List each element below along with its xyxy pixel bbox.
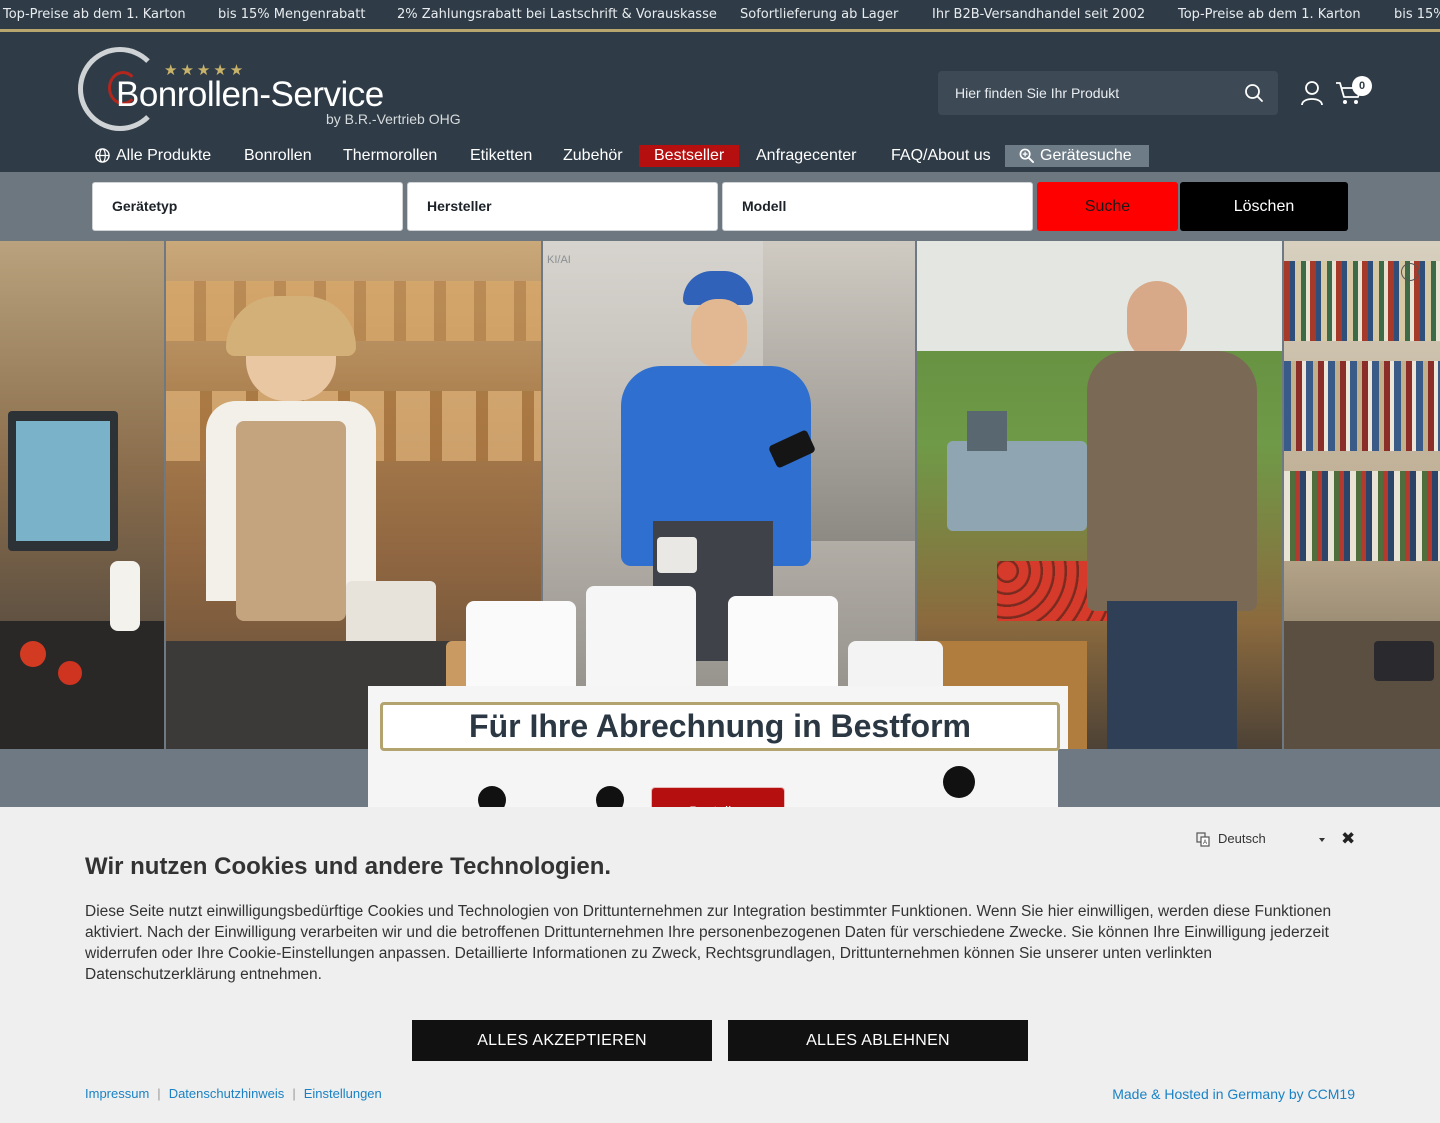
nav-bonrollen[interactable]: Bonrollen — [244, 145, 312, 167]
slider-indicator-icon[interactable] — [1401, 263, 1419, 281]
manufacturer-select[interactable]: Hersteller — [407, 182, 718, 231]
ai-image-tag: KI/AI — [547, 254, 571, 266]
reject-all-button[interactable]: ALLES ABLEHNEN — [728, 1020, 1028, 1061]
device-type-select[interactable]: Gerätetyp — [92, 182, 403, 231]
hero-banner: KI/AI Für Ihre Abrechnung in Bestform Be… — [0, 241, 1440, 807]
hero-image-bookshop — [1284, 241, 1440, 749]
logo-name: Bonrollen-Service — [116, 75, 384, 114]
hero-image-checkout — [0, 241, 164, 749]
chevron-down-icon[interactable] — [1319, 838, 1325, 842]
hero-bottom-right — [1058, 749, 1440, 807]
clear-button[interactable]: Löschen — [1180, 182, 1348, 231]
link-separator: | — [157, 1086, 161, 1101]
nav-label: Alle Produkte — [116, 147, 212, 164]
site-logo[interactable]: ★★★★★ Bonrollen-Service by B.R.-Vertrieb… — [78, 47, 478, 131]
search-plus-icon — [1019, 148, 1034, 163]
cookie-banner: A Deutsch ✖ Wir nutzen Cookies und ander… — [0, 807, 1440, 1123]
ticker-item: bis 15% — [1394, 7, 1440, 22]
user-account-icon[interactable] — [1300, 80, 1324, 106]
accept-all-button[interactable]: ALLES AKZEPTIEREN — [412, 1020, 712, 1061]
nav-zubehoer[interactable]: Zubehör — [563, 145, 623, 167]
nav-bestseller[interactable]: Bestseller — [639, 145, 740, 167]
made-in-germany-link[interactable]: Made & Hosted in Germany by CCM19 — [1112, 1086, 1355, 1102]
impressum-link[interactable]: Impressum — [85, 1086, 149, 1101]
product-search — [938, 71, 1278, 115]
nav-geraetesuche[interactable]: Gerätesuche — [1005, 145, 1149, 167]
cookie-footer-links: Impressum | Datenschutzhinweis | Einstellung… — [85, 1086, 382, 1101]
ticker-item: Top-Preise ab dem 1. Karton — [1178, 7, 1361, 22]
promo-ticker: Top-Preise ab dem 1. Karton bis 15% Meng… — [0, 0, 1440, 32]
nav-faq[interactable]: FAQ/About us — [891, 145, 991, 167]
main-nav: Alle Produkte Bonrollen Thermorollen Eti… — [0, 145, 1440, 169]
language-icon: A — [1196, 832, 1210, 847]
nav-thermorollen[interactable]: Thermorollen — [343, 145, 437, 167]
model-select[interactable]: Modell — [722, 182, 1033, 231]
hero-bottom-left — [0, 749, 368, 807]
ticker-item: bis 15% Mengenrabatt — [218, 7, 366, 22]
site-header: ★★★★★ Bonrollen-Service by B.R.-Vertrieb… — [0, 33, 1440, 172]
ticker-item: Ihr B2B-Versandhandel seit 2002 — [932, 7, 1146, 22]
link-separator: | — [292, 1086, 296, 1101]
hero-headline: Für Ihre Abrechnung in Bestform — [380, 702, 1060, 751]
cookie-title: Wir nutzen Cookies und andere Technologi… — [85, 853, 612, 880]
search-icon[interactable] — [1244, 83, 1264, 103]
language-select[interactable]: Deutsch — [1218, 831, 1266, 846]
globe-icon — [95, 148, 110, 163]
settings-link[interactable]: Einstellungen — [304, 1086, 382, 1101]
ticker-item: 2% Zahlungsrabatt bei Lastschrift & Vora… — [397, 7, 717, 22]
logo-subtitle: by B.R.-Vertrieb OHG — [326, 111, 461, 127]
ticker-item: Sofortlieferung ab Lager — [740, 7, 899, 22]
nav-anfragecenter[interactable]: Anfragecenter — [756, 145, 857, 167]
hero-order-button[interactable]: Bestellen — [651, 787, 785, 807]
search-input[interactable] — [938, 71, 1228, 115]
device-search-button[interactable]: Suche — [1037, 182, 1178, 231]
nav-all-products[interactable]: Alle Produkte — [95, 145, 211, 167]
device-search-bar: Gerätetyp Hersteller Modell Suche Lösche… — [0, 172, 1440, 241]
nav-etiketten[interactable]: Etiketten — [470, 145, 532, 167]
privacy-link[interactable]: Datenschutzhinweis — [169, 1086, 285, 1101]
close-icon[interactable]: ✖ — [1341, 829, 1355, 849]
nav-label: Gerätesuche — [1040, 147, 1132, 164]
cookie-text: Diese Seite nutzt einwilligungsbedürftig… — [85, 903, 1332, 983]
cart-count-badge: 0 — [1352, 76, 1372, 96]
ticker-item: Top-Preise ab dem 1. Karton — [3, 7, 186, 22]
